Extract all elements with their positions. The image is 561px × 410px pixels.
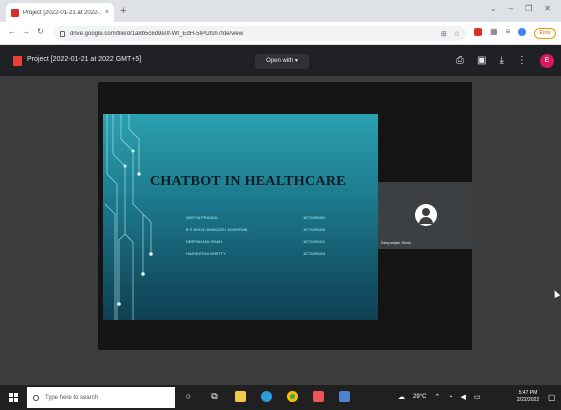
- print-icon[interactable]: ⎙: [456, 55, 464, 67]
- search-icon: [33, 394, 39, 401]
- presentation-slide: CHATBOT IN HEALTHCARE ADITYA PRASAD 1ET1…: [103, 114, 378, 320]
- windows-start-icon[interactable]: [9, 393, 18, 402]
- browser-tabstrip: Project [2022-01-21 at 2022-... × + ⌄ – …: [0, 0, 561, 22]
- file-type-icon: [13, 56, 22, 66]
- tab-search-icon[interactable]: ⌄: [490, 4, 497, 13]
- participant-tile: Deepanjan Shah: [378, 182, 472, 249]
- minimize-button[interactable]: –: [509, 4, 513, 13]
- slide-title: CHATBOT IN HEALTHCARE: [150, 174, 346, 189]
- participant-name: Deepanjan Shah: [381, 240, 411, 245]
- clock-date: 2/22/2022: [516, 397, 540, 403]
- taskbar: Type here to search ○ ⧉ ☁ 29°C ⌃ ◔ ◀ ▭ 5…: [0, 385, 561, 410]
- file-explorer-icon[interactable]: [235, 391, 246, 402]
- list-item: ADITYA PRASAD 1ET18IS001: [186, 212, 346, 224]
- member-name: B S SHIVU BHAGATH JAYAPRAB: [186, 227, 248, 232]
- member-name: DEEPANJAN SHAH: [186, 239, 222, 244]
- circuit-decoration: [104, 114, 153, 320]
- profile-error-badge[interactable]: Error: [534, 28, 556, 39]
- cortana-icon[interactable]: ○: [183, 391, 194, 402]
- download-icon[interactable]: ⤓: [499, 55, 503, 67]
- member-name: HARSHITHA SHETTY: [186, 251, 226, 256]
- forward-icon[interactable]: →: [22, 27, 30, 36]
- bookmark-star-icon[interactable]: ☆: [454, 30, 460, 38]
- system-tray: ☁ 29°C ⌃ ◔ ◀ ▭: [398, 393, 481, 402]
- profile-avatar-icon[interactable]: [518, 27, 527, 36]
- share-icon[interactable]: ⊞: [441, 30, 447, 38]
- search-placeholder[interactable]: Type here to search: [45, 395, 98, 401]
- url-text[interactable]: drive.google.com/file/d/1a8b5c6d9e0f-Wf_…: [70, 31, 436, 37]
- volume-icon[interactable]: ◀: [461, 393, 466, 401]
- edge-icon[interactable]: [261, 391, 272, 402]
- screen: Project [2022-01-21 at 2022-... × + ⌄ – …: [0, 0, 561, 410]
- extension-icon[interactable]: [474, 27, 482, 36]
- extension-puzzle-icon[interactable]: ▦: [490, 27, 498, 36]
- open-with-button[interactable]: Open with ▾: [255, 54, 309, 69]
- lock-icon[interactable]: [60, 30, 65, 37]
- clock-time: 5:47 PM: [518, 390, 538, 396]
- viewer-header: Project [2022-01-21 at 2022 GMT+5] Open …: [0, 46, 561, 76]
- office-icon[interactable]: [313, 391, 324, 402]
- taskbar-apps: ○ ⧉: [183, 391, 350, 402]
- back-icon[interactable]: ←: [8, 27, 16, 36]
- address-bar[interactable]: drive.google.com/file/d/1a8b5c6d9e0f-Wf_…: [54, 26, 466, 41]
- list-item: DEEPANJAN SHAH 1ET18IS011: [186, 236, 346, 248]
- taskbar-search-box[interactable]: Type here to search: [27, 387, 175, 408]
- extensions-area: ▦ ≡: [474, 27, 527, 36]
- close-window-button[interactable]: ✕: [544, 4, 551, 13]
- store-icon[interactable]: [339, 391, 350, 402]
- weather-icon[interactable]: ☁: [398, 393, 405, 401]
- browser-tab[interactable]: Project [2022-01-21 at 2022-... ×: [6, 3, 114, 22]
- member-id: 1ET18IS001: [303, 215, 326, 220]
- participant-avatar-icon: [415, 204, 437, 226]
- reading-list-icon[interactable]: ≡: [506, 27, 511, 36]
- member-id: 1ET18IS005: [303, 227, 326, 232]
- pdf-favicon-icon: [11, 8, 19, 17]
- tab-title: Project [2022-01-21 at 2022-...: [23, 9, 101, 16]
- browser-toolbar: ← → ↻ drive.google.com/file/d/1a8b5c6d9e…: [0, 22, 561, 45]
- show-hidden-icons[interactable]: ⌃: [434, 393, 440, 401]
- battery-icon[interactable]: ▭: [474, 393, 481, 401]
- new-tab-button[interactable]: +: [120, 4, 126, 18]
- close-tab-icon[interactable]: ×: [105, 9, 109, 16]
- chrome-icon[interactable]: [287, 391, 298, 402]
- reload-icon[interactable]: ↻: [37, 27, 44, 36]
- list-item: B S SHIVU BHAGATH JAYAPRAB 1ET18IS005: [186, 224, 346, 236]
- notification-icon[interactable]: ▢: [548, 393, 556, 402]
- window-controls: ⌄ – ❐ ✕: [490, 4, 551, 13]
- network-icon[interactable]: ◔: [448, 394, 452, 401]
- team-members-list: ADITYA PRASAD 1ET18IS001 B S SHIVU BHAGA…: [186, 212, 346, 260]
- account-avatar[interactable]: E: [540, 54, 554, 68]
- member-id: 1ET18IS011: [303, 239, 325, 244]
- task-view-icon[interactable]: ⧉: [209, 391, 220, 402]
- more-icon[interactable]: ⋮: [517, 55, 527, 67]
- member-id: 1ET18IS024: [303, 251, 326, 256]
- list-item: HARSHITHA SHETTY 1ET18IS024: [186, 248, 346, 260]
- weather-temp[interactable]: 29°C: [413, 394, 426, 400]
- taskbar-clock[interactable]: 5:47 PM 2/22/2022: [512, 390, 544, 404]
- member-name: ADITYA PRASAD: [186, 215, 218, 220]
- file-title: Project [2022-01-21 at 2022 GMT+5]: [27, 56, 142, 63]
- add-comment-icon[interactable]: ▣: [477, 55, 486, 67]
- maximize-button[interactable]: ❐: [525, 4, 532, 13]
